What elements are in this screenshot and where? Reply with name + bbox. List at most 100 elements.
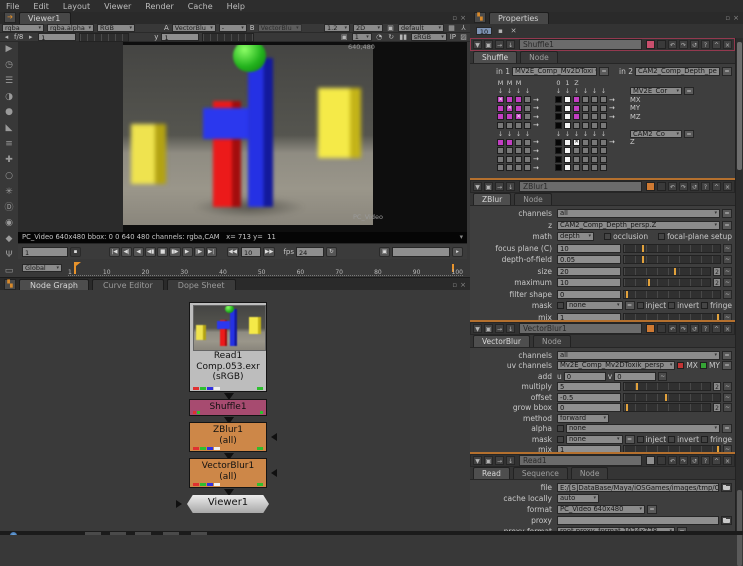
shuffle-matrix-cell[interactable]: [582, 104, 589, 112]
playback-range-field[interactable]: [392, 246, 450, 257]
out1-layer-select[interactable]: MV2E_Cor ▾: [630, 87, 682, 96]
frame-range-select[interactable]: Global ▾: [22, 264, 62, 272]
read1-panel-header[interactable]: ▼ ▣ → ↓ Read1 ↶ ↷ ↺ ? ^ ×: [470, 454, 735, 467]
mask-select[interactable]: none ▾: [566, 301, 623, 311]
fps-field[interactable]: 24: [296, 246, 325, 257]
in1-layer-select[interactable]: MV2E_Comp_Mv2DToxi▾: [512, 67, 597, 77]
in2-layer-select[interactable]: CAM2_Comp_Depth_pe▾: [635, 67, 720, 77]
redo-icon[interactable]: ↷: [679, 182, 688, 191]
toolbar-node-icon[interactable]: ○: [5, 171, 13, 181]
shuffle-matrix-cell[interactable]: [515, 121, 522, 129]
toolbar-node-icon[interactable]: ◷: [5, 60, 13, 70]
animation-curve-icon[interactable]: ~: [723, 289, 732, 299]
float-pane-icon[interactable]: ▫: [452, 14, 457, 22]
menu-item-render[interactable]: Render: [145, 2, 173, 11]
float-pane-icon[interactable]: ▫: [452, 281, 457, 289]
math-select[interactable]: depth ▾: [557, 232, 595, 242]
split-values-button[interactable]: 2: [713, 278, 721, 288]
shuffle-matrix-cell[interactable]: [506, 164, 513, 172]
mask-checkbox[interactable]: [557, 302, 564, 310]
shuffle-matrix-cell[interactable]: [506, 138, 513, 146]
toolbar-node-icon[interactable]: ◣: [6, 123, 13, 133]
shuffle-matrix-cell[interactable]: [591, 96, 598, 104]
gamma-slider[interactable]: [202, 32, 255, 42]
occlusion-checkbox[interactable]: [604, 233, 612, 241]
shuffle-matrix-cell[interactable]: [564, 113, 571, 121]
channels-link-button[interactable]: =: [722, 209, 732, 219]
animation-curve-icon[interactable]: ~: [723, 278, 732, 288]
toolbar-node-icon[interactable]: ◆: [6, 234, 13, 244]
revert-icon[interactable]: ↺: [690, 182, 699, 191]
revert-icon[interactable]: ↺: [690, 456, 699, 465]
gain-field[interactable]: 1: [38, 33, 77, 41]
shuffle-matrix-cell[interactable]: [506, 104, 513, 112]
split-values-button[interactable]: 2: [713, 403, 721, 413]
maximum-field[interactable]: 10: [557, 278, 621, 288]
shuffle-matrix-cell[interactable]: [524, 113, 531, 121]
alpha-checkbox[interactable]: [557, 425, 564, 433]
slider-handle[interactable]: [642, 256, 645, 264]
menu-item-edit[interactable]: Edit: [33, 2, 49, 11]
animation-curve-icon[interactable]: ~: [723, 382, 732, 392]
shuffle-matrix-cell[interactable]: [497, 155, 504, 163]
out2-layer-select[interactable]: CAM2_Co ▾: [630, 129, 682, 138]
animation-curve-icon[interactable]: ~: [723, 312, 732, 320]
toolbar-node-icon[interactable]: ☰: [5, 76, 13, 86]
transport-button[interactable]: ◀▮: [145, 246, 157, 257]
transport-button[interactable]: |▶: [193, 246, 205, 257]
shuffle-matrix-cell[interactable]: [582, 96, 589, 104]
shuffle-matrix-cell[interactable]: [573, 164, 580, 172]
shuffle-matrix-cell[interactable]: [555, 164, 562, 172]
mix-field[interactable]: 1: [557, 312, 621, 320]
slider-handle[interactable]: [642, 244, 645, 252]
node-color-swatch[interactable]: [646, 456, 655, 465]
slider-handle[interactable]: [673, 267, 676, 275]
cache-locally-select[interactable]: auto ▾: [557, 494, 599, 503]
toolbar-node-icon[interactable]: ≡: [5, 139, 13, 149]
transport-button[interactable]: ◀|: [121, 246, 132, 257]
close-all-panels-icon[interactable]: ✕: [509, 27, 518, 35]
animation-curve-icon[interactable]: ~: [723, 392, 732, 402]
shuffle-matrix-cell[interactable]: [497, 121, 504, 129]
clipping-icon[interactable]: ◔: [375, 33, 384, 41]
projection-select[interactable]: 2D ▾: [353, 24, 383, 32]
loop-mode-icon[interactable]: ↻: [326, 246, 338, 257]
shuffle-matrix-cell[interactable]: [506, 147, 513, 155]
mask-checkbox[interactable]: [557, 435, 564, 443]
shuffle-matrix-cell[interactable]: [515, 113, 522, 121]
transport-button[interactable]: ▶: [181, 246, 193, 257]
tab-vectorblur[interactable]: VectorBlur: [473, 335, 530, 347]
help-icon[interactable]: ?: [701, 324, 710, 333]
shuffle-matrix-cell[interactable]: [555, 147, 562, 155]
shuffle-matrix-cell[interactable]: [497, 96, 504, 104]
animation-curve-icon[interactable]: ~: [658, 371, 668, 381]
float-panel-icon[interactable]: →: [495, 324, 504, 333]
shuffle-matrix-cell[interactable]: [573, 155, 580, 163]
revert-icon[interactable]: ↺: [690, 40, 699, 49]
collapse-panel-icon[interactable]: ▼: [473, 456, 482, 465]
shuffle-matrix-cell[interactable]: [564, 155, 571, 163]
node-name-field[interactable]: VectorBlur1: [519, 323, 642, 334]
slider-handle[interactable]: [625, 404, 628, 412]
shuffle-matrix-cell[interactable]: [591, 164, 598, 172]
menu-item-help[interactable]: Help: [227, 2, 245, 11]
pause-icon[interactable]: ▮▮: [399, 33, 408, 41]
transport-button[interactable]: |◀: [109, 246, 120, 257]
playback-range-icon[interactable]: ▣: [379, 246, 390, 257]
shuffle-matrix-cell[interactable]: [573, 138, 580, 146]
my-channel-checkbox[interactable]: [699, 362, 707, 370]
close-pane-icon[interactable]: ×: [460, 14, 466, 22]
shuffle-matrix-cell[interactable]: [515, 147, 522, 155]
shuffle-matrix-cell[interactable]: [600, 164, 607, 172]
inject-checkbox[interactable]: [636, 435, 644, 443]
fringe-checkbox[interactable]: [701, 435, 709, 443]
mask-select[interactable]: none ▾: [566, 434, 623, 444]
collapse-panel-icon[interactable]: ▼: [473, 40, 482, 49]
gain-slider[interactable]: [79, 32, 130, 42]
tab-zblur[interactable]: ZBlur: [473, 193, 512, 205]
gamma-field[interactable]: 1: [161, 33, 200, 41]
raise-panel-icon[interactable]: ^: [712, 182, 721, 191]
alpha-link-button[interactable]: =: [722, 424, 732, 434]
undo-icon[interactable]: ↶: [668, 456, 677, 465]
depth-of-field-slider[interactable]: [623, 255, 721, 265]
